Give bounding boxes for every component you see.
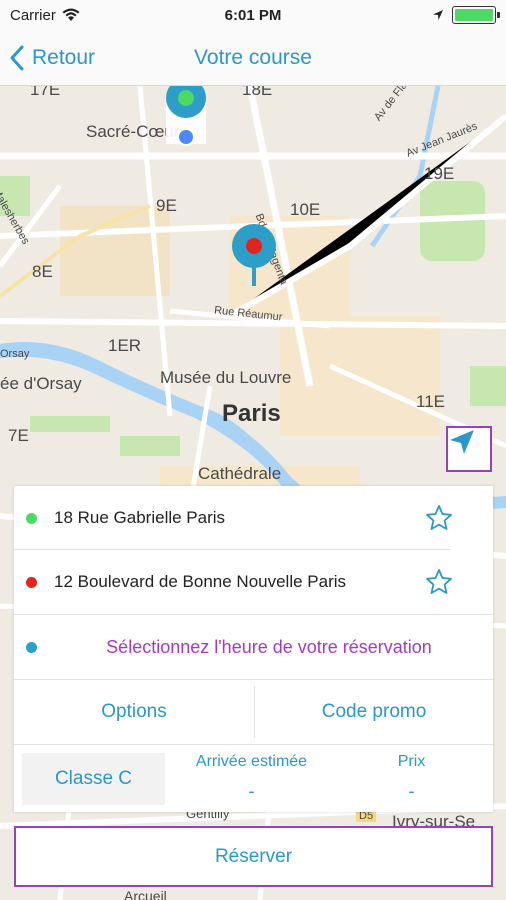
map-label-11e: 11E <box>416 392 445 411</box>
dropoff-pin-icon <box>232 224 276 286</box>
vehicle-class-button[interactable]: Classe C <box>22 753 165 805</box>
map-label-18e: 18E <box>242 86 273 99</box>
eta-label: Arrivée estimée <box>195 753 308 770</box>
map-label-louvre: Musée du Louvre <box>160 368 292 387</box>
map-label-orsay: ée d'Orsay <box>0 374 82 393</box>
star-outline-icon[interactable] <box>425 568 453 596</box>
pickup-pin-icon <box>166 86 206 146</box>
chevron-left-icon <box>10 45 24 71</box>
navigation-bar: Retour Votre course <box>0 30 506 86</box>
map-label-cathedrale: Cathédrale <box>198 464 282 483</box>
back-label: Retour <box>32 46 96 69</box>
price-value: - <box>408 781 415 801</box>
reserve-button[interactable]: Réserver <box>14 826 493 887</box>
map-label-17e: 17E <box>30 86 61 99</box>
locate-me-button[interactable] <box>446 426 492 472</box>
booking-panel: 18 Rue Gabrielle Paris 12 Boulevard de B… <box>14 486 493 812</box>
battery-icon <box>452 6 500 24</box>
summary-row: Classe C Arrivée estimée - Prix - <box>14 745 493 812</box>
map-label-1er: 1ER <box>108 336 142 355</box>
options-button[interactable]: Options <box>14 680 254 744</box>
map-label-paris: Paris <box>222 400 281 427</box>
map-label-10e: 10E <box>290 200 321 219</box>
map-label-orsay-small: Orsay <box>0 348 30 360</box>
navigation-arrow-icon <box>450 430 474 454</box>
map-label-8e: 8E <box>32 262 53 281</box>
back-button[interactable]: Retour <box>10 40 95 76</box>
star-outline-icon[interactable] <box>425 504 453 532</box>
status-time: 6:01 PM <box>224 6 282 24</box>
eta-value: - <box>248 781 255 801</box>
carrier-label: Carrier <box>10 6 56 24</box>
pickup-row[interactable]: 18 Rue Gabrielle Paris <box>14 486 493 550</box>
dropoff-row[interactable]: 12 Boulevard de Bonne Nouvelle Paris <box>14 550 493 614</box>
promo-code-button[interactable]: Code promo <box>255 680 493 744</box>
pickup-address: 18 Rue Gabrielle Paris <box>54 508 226 527</box>
map-label-arcueil: Arcueil <box>124 888 167 900</box>
map-label-7e: 7E <box>8 426 29 445</box>
time-dot <box>26 641 37 653</box>
location-arrow-icon <box>433 10 443 20</box>
map-label-9e: 9E <box>156 196 177 215</box>
pickup-dot <box>26 512 37 524</box>
map-label-19e: 19E <box>424 164 455 183</box>
dropoff-address: 12 Boulevard de Bonne Nouvelle Paris <box>54 572 347 591</box>
dropoff-dot <box>26 576 37 588</box>
options-row: Options Code promo <box>14 680 493 744</box>
status-bar: Carrier 6:01 PM <box>0 0 506 30</box>
select-time-link[interactable]: Sélectionnez l'heure de votre réservatio… <box>54 637 484 658</box>
time-row[interactable]: Sélectionnez l'heure de votre réservatio… <box>14 615 493 679</box>
wifi-icon <box>62 8 80 21</box>
price-label: Prix <box>397 753 426 770</box>
